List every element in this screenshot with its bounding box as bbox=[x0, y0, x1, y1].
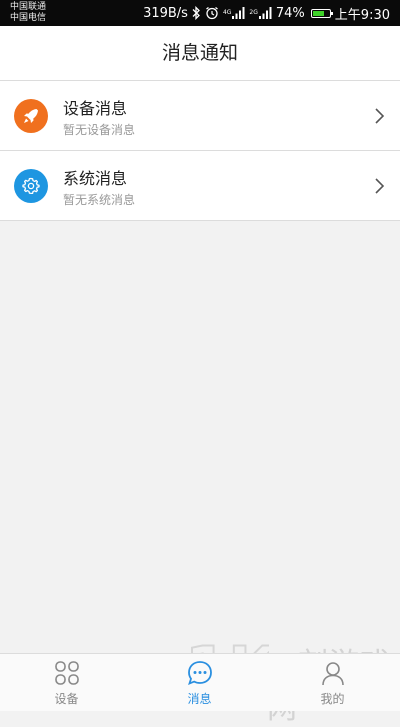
tab-mine-label: 我的 bbox=[320, 692, 345, 706]
battery-level bbox=[312, 10, 325, 16]
carrier-info: 中国联通 中国电信 bbox=[10, 2, 46, 24]
app-header: 消息通知 bbox=[0, 26, 400, 81]
tab-messages[interactable]: 消息 bbox=[133, 654, 266, 712]
chevron-right-icon bbox=[375, 178, 385, 194]
tab-devices-label: 设备 bbox=[54, 692, 79, 706]
network-type-1: 4G bbox=[222, 9, 232, 16]
bottom-navigation: 设备 消息 我的 bbox=[0, 653, 400, 711]
person-icon bbox=[321, 662, 344, 686]
chat-icon bbox=[187, 661, 212, 686]
battery-icon bbox=[310, 8, 334, 18]
system-messages-title: 系统消息 bbox=[63, 169, 128, 188]
tab-mine[interactable]: 我的 bbox=[266, 654, 399, 712]
system-messages-subtitle: 暂无系统消息 bbox=[63, 193, 136, 207]
carrier-2: 中国电信 bbox=[10, 13, 47, 23]
grid-icon bbox=[54, 661, 79, 685]
net-speed: 319B/s bbox=[143, 5, 188, 21]
carrier-1: 中国联通 bbox=[10, 2, 47, 12]
device-messages-subtitle: 暂无设备消息 bbox=[63, 123, 136, 137]
chevron-right-icon bbox=[375, 108, 385, 124]
alarm-icon bbox=[205, 6, 219, 20]
message-category-list: 设备消息 暂无设备消息 系统消息 暂无系统消息 bbox=[0, 81, 400, 221]
page-title: 消息通知 bbox=[161, 42, 238, 64]
rocket-icon bbox=[14, 99, 48, 133]
gear-icon bbox=[14, 169, 48, 203]
battery-percent: 74% bbox=[275, 5, 305, 21]
device-messages-title: 设备消息 bbox=[63, 99, 128, 118]
tab-messages-label: 消息 bbox=[187, 692, 212, 706]
signal-icon-2: 2G bbox=[249, 7, 272, 19]
signal-icon-1: 4G bbox=[223, 7, 245, 19]
tab-devices[interactable]: 设备 bbox=[0, 654, 133, 712]
device-messages-item[interactable]: 设备消息 暂无设备消息 bbox=[0, 81, 400, 151]
system-messages-item[interactable]: 系统消息 暂无系统消息 bbox=[0, 151, 400, 221]
network-type-2: 2G bbox=[249, 9, 258, 16]
status-bar: 中国联通 中国电信 319B/s 4G 2G 74% 上午9:30 bbox=[0, 0, 400, 26]
clock: 上午9:30 bbox=[334, 7, 390, 23]
bluetooth-icon bbox=[192, 6, 201, 20]
